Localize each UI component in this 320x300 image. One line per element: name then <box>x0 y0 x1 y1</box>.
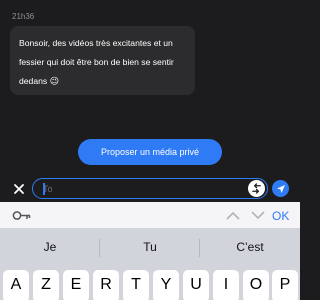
key-r[interactable]: R <box>93 270 119 300</box>
key-e[interactable]: E <box>63 270 89 300</box>
message-line: dedans <box>19 76 48 86</box>
propose-private-media-button[interactable]: Proposer un média privé <box>78 139 222 165</box>
key-y[interactable]: Y <box>153 270 179 300</box>
chevron-down-icon[interactable] <box>251 211 265 220</box>
chat-area: 21h36 Bonsoir, des vidéos très excitante… <box>0 0 300 202</box>
key-u[interactable]: U <box>183 270 209 300</box>
message-line: fessier qui doit être bon de bien se sen… <box>19 57 174 67</box>
suggestion-cest[interactable]: C’est <box>200 240 300 254</box>
wink-emoji: 😉 <box>49 76 59 86</box>
keyboard-row: A Z E R T Y U I O P <box>0 267 300 300</box>
key-p[interactable]: P <box>272 270 298 300</box>
message-timestamp: 21h36 <box>12 12 35 21</box>
message-input-wrapper[interactable] <box>32 178 268 199</box>
key-z[interactable]: Z <box>33 270 59 300</box>
key-o[interactable]: O <box>243 270 269 300</box>
key-t[interactable]: T <box>123 270 149 300</box>
suggestion-tu[interactable]: Tu <box>100 240 200 254</box>
key-i[interactable]: I <box>213 270 239 300</box>
predictive-bar: Je Tu C’est <box>0 229 300 267</box>
message-bubble: Bonsoir, des vidéos très excitantes et u… <box>10 26 195 95</box>
chevron-up-icon[interactable] <box>226 211 240 220</box>
message-input[interactable] <box>43 181 243 196</box>
message-line-last: dedans 😉 <box>19 72 186 91</box>
message-line: Bonsoir, des vidéos très excitantes et u… <box>19 38 173 48</box>
send-icon[interactable] <box>272 180 289 197</box>
keyboard-accessory-bar: OK <box>0 202 300 229</box>
key-icon[interactable] <box>12 210 32 221</box>
media-icon[interactable] <box>248 180 265 197</box>
key-a[interactable]: A <box>3 270 29 300</box>
close-icon[interactable] <box>11 181 27 197</box>
suggestion-je[interactable]: Je <box>0 240 100 254</box>
ok-button[interactable]: OK <box>272 209 289 223</box>
